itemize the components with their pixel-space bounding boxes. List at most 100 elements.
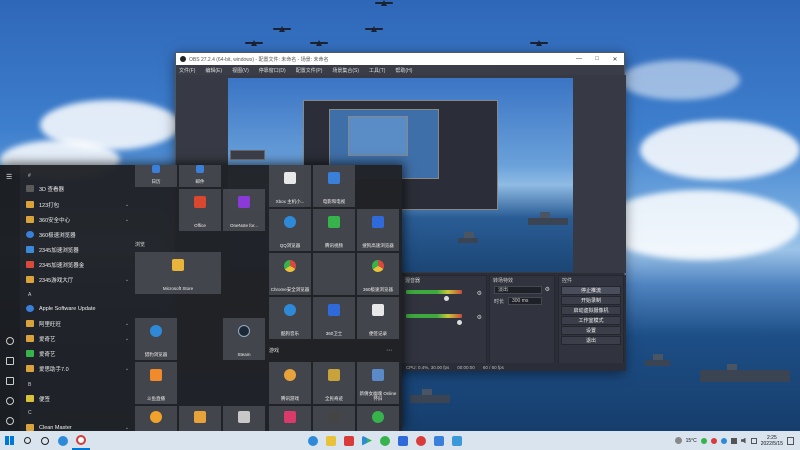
start-button[interactable] [0,431,18,450]
maximize-button[interactable]: □ [588,56,606,62]
list-item[interactable]: 123打包 ⌄ [20,198,132,211]
menu-profile[interactable]: 配置文件(P) [296,67,323,74]
taskbar-app[interactable] [340,431,358,450]
list-item[interactable]: 3D 查看器 [20,182,132,195]
tile-xbox[interactable]: Xbox 主机小... [269,165,311,207]
list-item[interactable]: 阿里旺旺 ⌄ [20,317,132,330]
letter-header[interactable]: A [28,292,31,298]
user-avatar-icon[interactable] [6,337,14,345]
list-item[interactable]: Apple Software Update [20,302,132,315]
studio-mode-button[interactable]: 工作室模式 [561,316,621,325]
menu-edit[interactable]: 编辑(E) [205,67,222,74]
taskbar-app[interactable] [430,431,448,450]
menu-file[interactable]: 文件(F) [179,67,195,74]
menu-help[interactable]: 帮助(H) [395,67,412,74]
duration-input[interactable]: 300 ms [508,297,542,305]
ime-icon[interactable] [750,437,757,444]
tile-wechat[interactable] [357,406,399,431]
tile-liebao[interactable]: 猎豹浏览器 [135,318,177,360]
more-options-icon[interactable]: ⋯ [386,347,392,354]
transition-type-select[interactable]: 淡出 [494,286,542,294]
tile-microsoft-store[interactable]: Microsoft Store [135,252,221,294]
tile-mail[interactable]: 邮件 [179,165,221,187]
close-button[interactable]: ✕ [606,56,624,63]
tile-sogou[interactable]: 搜狗高速浏览器 [357,209,399,251]
taskbar-app[interactable] [322,431,340,450]
tile-360-browser[interactable]: 360极速浏览器 [357,253,399,295]
volume-slider[interactable] [457,320,462,325]
tray-app-icon[interactable] [720,437,727,444]
settings-gear-icon[interactable] [6,397,14,405]
tile-office[interactable]: Office [179,189,221,231]
list-item[interactable]: 360极速浏览器 [20,228,132,241]
tile-game-platform[interactable]: 腾讯游戏 [269,362,311,404]
volume-slider[interactable] [444,296,449,301]
notifications-icon[interactable] [787,436,794,445]
tile-tencent-video[interactable]: 腾讯视频 [313,209,355,251]
list-item[interactable]: 2345加速浏览器 [20,243,132,256]
stop-streaming-button[interactable]: 停止推流 [561,286,621,295]
obs-titlebar[interactable]: OBS 27.2.4 (64-bit, windows) - 配置文件: 未命名… [176,53,624,65]
tile-kugou[interactable]: 酷狗音乐 [269,297,311,339]
tray-app-icon[interactable] [710,437,717,444]
list-item[interactable]: 爱奇艺 ⌄ [20,332,132,345]
list-item[interactable]: 爱奇艺 [20,347,132,360]
tile-movies[interactable]: 电影和电视 [313,165,355,207]
list-item[interactable]: Clean Master ⌄ [20,421,132,431]
tile-game[interactable] [223,406,265,431]
taskbar-app[interactable] [358,431,376,450]
letter-header[interactable]: # [28,173,31,179]
taskbar-app-obs[interactable] [72,431,90,450]
menu-scene-collection[interactable]: 场景集合(S) [332,67,359,74]
gear-icon[interactable]: ⚙ [477,314,482,321]
list-item[interactable]: 2345加速浏览器金 [20,258,132,271]
taskbar-app[interactable] [448,431,466,450]
documents-icon[interactable] [6,357,14,365]
taskbar-app[interactable] [376,431,394,450]
tile-notes[interactable]: 便签记录 [357,297,399,339]
minimize-button[interactable]: — [570,56,588,62]
network-icon[interactable] [730,437,737,444]
search-button[interactable] [18,431,36,450]
tile-calendar[interactable]: 日历 [135,165,177,187]
menu-docks[interactable]: 停靠窗口(D) [259,67,286,74]
hamburger-icon[interactable]: ☰ [6,173,12,181]
gear-icon[interactable]: ⚙ [545,286,550,293]
taskbar-app[interactable] [412,431,430,450]
tile-chrome[interactable]: Chrome安全浏览器 [269,253,311,295]
list-item[interactable]: 便签 [20,392,132,405]
settings-button[interactable]: 设置 [561,326,621,335]
tile-game[interactable] [179,406,221,431]
tile-empty[interactable] [313,253,355,295]
tile-onenote[interactable]: OneNote for... [223,189,265,231]
start-virtual-camera-button[interactable]: 启动虚拟摄像机 [561,306,621,315]
tile-steam[interactable]: Steam [223,318,265,360]
letter-header[interactable]: C [28,410,32,416]
taskbar-app[interactable] [54,431,72,450]
letter-header[interactable]: B [28,382,31,388]
start-recording-button[interactable]: 开始录制 [561,296,621,305]
volume-icon[interactable] [740,437,746,444]
tile-qiannv[interactable]: 新倩女幽魂 Online 怀旧 [357,362,399,404]
tile-quanmin[interactable]: 全民奇迹 [313,362,355,404]
task-view-button[interactable] [36,431,54,450]
gear-icon[interactable]: ⚙ [477,290,482,297]
pictures-icon[interactable] [6,377,14,385]
power-icon[interactable] [6,417,14,425]
taskbar-app[interactable] [394,431,412,450]
menu-view[interactable]: 视图(V) [232,67,249,74]
tile-douyu[interactable]: 斗鱼直播 [135,362,177,404]
clock[interactable]: 2:25 2022/5/15 [761,435,783,447]
tile-leishen[interactable] [135,406,177,431]
tile-qq-browser[interactable]: QQ浏览器 [269,209,311,251]
app-list[interactable]: # 3D 查看器 123打包 ⌄ 360安全中心 ⌄ 360极速浏览器 2345… [20,165,132,431]
tray-app-icon[interactable] [700,437,707,444]
weather-temp[interactable]: 15°C [686,438,697,444]
exit-button[interactable]: 退出 [561,336,621,345]
list-item[interactable]: 2345游戏大厅 ⌄ [20,273,132,286]
taskbar-app[interactable] [304,431,322,450]
list-item[interactable]: 爱思助手7.0 ⌄ [20,362,132,375]
tile-game[interactable] [269,406,311,431]
tile-game[interactable] [313,406,355,431]
tile-360-guard[interactable]: 360卫士 [313,297,355,339]
